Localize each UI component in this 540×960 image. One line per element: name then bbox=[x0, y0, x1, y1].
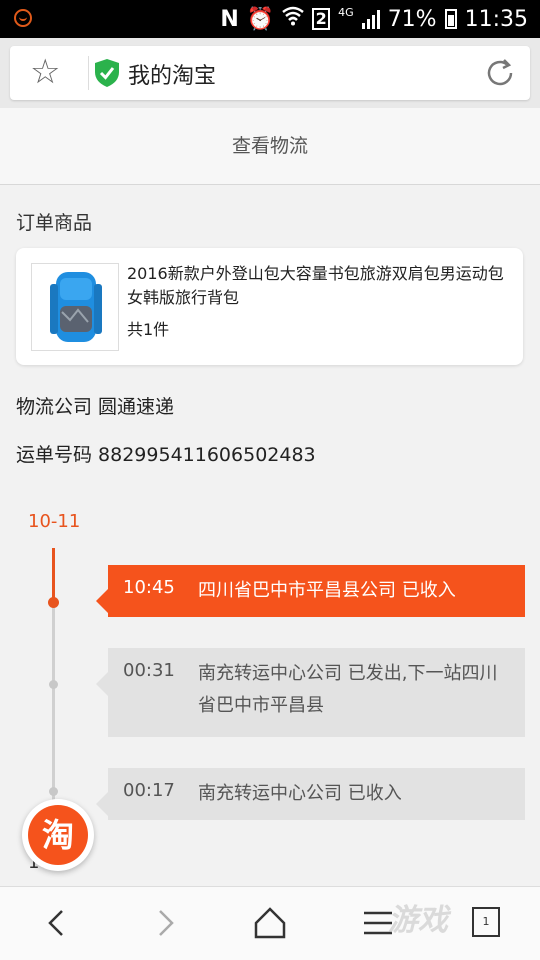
page-header: 查看物流 bbox=[0, 108, 540, 185]
signal-icon bbox=[361, 9, 380, 29]
wifi-icon bbox=[282, 6, 304, 32]
product-count: 共1件 bbox=[127, 320, 170, 339]
event-time: 00:31 bbox=[123, 660, 175, 681]
star-icon[interactable]: ☆ bbox=[30, 55, 64, 90]
timeline-event: 10:45 四川省巴中市平昌县公司 已收入 bbox=[96, 565, 525, 617]
address-bar: ☆ 我的淘宝 bbox=[0, 38, 540, 108]
page-title: 我的淘宝 bbox=[128, 64, 217, 89]
event-text: 南充转运中心公司 已发出,下一站四川省巴中市平昌县 bbox=[198, 663, 498, 716]
sim-icon: 2 bbox=[312, 8, 331, 30]
battery-percent: 71% bbox=[387, 6, 437, 32]
battery-icon bbox=[444, 9, 457, 29]
back-icon[interactable] bbox=[38, 903, 78, 943]
product-image[interactable] bbox=[31, 263, 119, 351]
event-time: 00:17 bbox=[123, 780, 175, 801]
notification-icon bbox=[14, 9, 32, 27]
product-title[interactable]: 2016新款户外登山包大容量书包旅游双肩包男运动包女韩版旅行背包 bbox=[127, 262, 507, 310]
taobao-logo-icon: 淘 bbox=[28, 805, 88, 865]
address-field[interactable]: ☆ 我的淘宝 bbox=[10, 46, 530, 100]
status-icons: N ⏰ 2 4G 71% 11:35 bbox=[220, 5, 528, 33]
event-text: 四川省巴中市平昌县公司 已收入 bbox=[198, 580, 456, 601]
tabs-button[interactable]: 1 bbox=[472, 907, 500, 937]
timeline-dot-active bbox=[48, 597, 59, 608]
clock: 11:35 bbox=[464, 6, 528, 32]
status-bar: N ⏰ 2 4G 71% 11:35 bbox=[0, 0, 540, 38]
timeline-dot bbox=[49, 680, 58, 689]
nfc-icon: N bbox=[220, 6, 239, 32]
shield-check-icon bbox=[94, 58, 120, 88]
timeline-event: 00:17 南充转运中心公司 已收入 bbox=[96, 768, 525, 820]
reload-icon[interactable] bbox=[484, 57, 516, 89]
divider bbox=[88, 56, 89, 90]
browser-bottom-bar: 游戏 1 bbox=[0, 886, 540, 960]
home-icon[interactable] bbox=[250, 903, 290, 943]
event-time: 10:45 bbox=[123, 577, 175, 598]
timeline-line-active bbox=[52, 548, 55, 600]
taobao-float-button[interactable]: 淘 bbox=[22, 799, 94, 871]
watermark-logo: 游戏 bbox=[388, 903, 448, 938]
timeline-event: 00:31 南充转运中心公司 已发出,下一站四川省巴中市平昌县 bbox=[96, 648, 525, 737]
alarm-icon: ⏰ bbox=[246, 6, 275, 32]
header-title: 查看物流 bbox=[231, 135, 308, 157]
network-type: 4G bbox=[338, 6, 354, 19]
product-card[interactable]: 2016新款户外登山包大容量书包旅游双肩包男运动包女韩版旅行背包 共1件 bbox=[16, 248, 523, 365]
forward-icon[interactable] bbox=[144, 903, 184, 943]
order-section-label: 订单商品 bbox=[16, 212, 93, 234]
timeline-dot bbox=[49, 787, 58, 796]
tracking-number: 运单号码 882995411606502483 bbox=[16, 444, 316, 466]
event-text: 南充转运中心公司 已收入 bbox=[198, 783, 402, 804]
timeline-date: 10-11 bbox=[28, 511, 81, 532]
logistics-company: 物流公司 圆通速递 bbox=[16, 396, 175, 418]
